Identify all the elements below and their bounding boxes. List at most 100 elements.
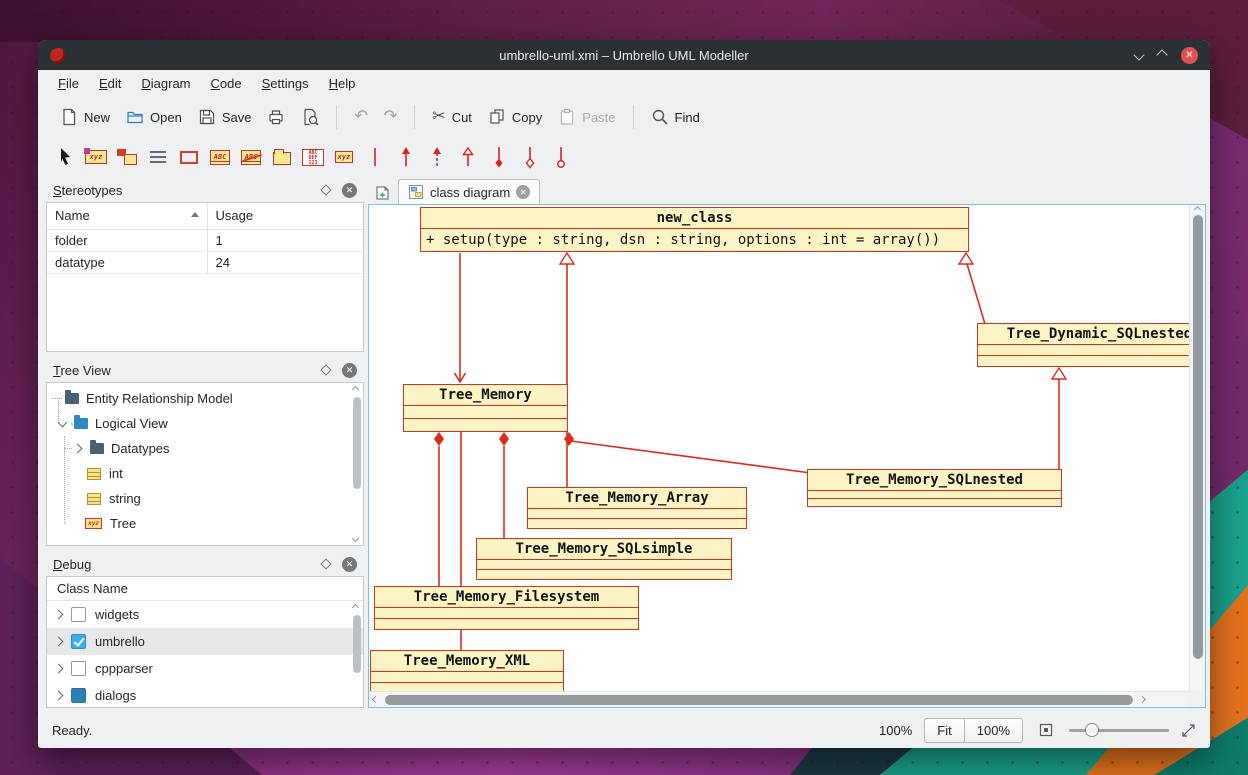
checkbox-checked[interactable] (71, 634, 86, 649)
tree-item-int[interactable]: int (47, 461, 363, 486)
tool-box[interactable] (178, 144, 200, 170)
tree-item-logical-view[interactable]: Logical View (47, 411, 363, 436)
print-button[interactable] (259, 103, 293, 131)
tool-class-abc[interactable]: ABC (209, 144, 231, 170)
debug-item-umbrello[interactable]: umbrello (47, 628, 363, 655)
tool-aggregation-diamond[interactable] (519, 144, 541, 170)
tool-package[interactable] (271, 144, 293, 170)
uml-class-tree-memory[interactable]: Tree_Memory (403, 384, 568, 432)
find-button[interactable]: Find (643, 103, 708, 131)
cut-button[interactable]: ✂ Cut (424, 104, 480, 130)
collapsed-chevron-icon[interactable] (73, 444, 83, 454)
tab-class-diagram[interactable]: class diagram ✕ (398, 179, 540, 204)
diagram-canvas[interactable]: new_class + setup(type : string, dsn : s… (369, 205, 1189, 691)
zoom-fit-page-button[interactable] (1035, 717, 1057, 743)
minimize-button[interactable] (1133, 49, 1144, 60)
menu-edit[interactable]: Edit (89, 73, 131, 94)
treeview-scrollbar-thumb[interactable] (353, 397, 361, 489)
tree-item-entity-relationship-model[interactable]: Entity Relationship Model (47, 386, 363, 411)
close-panel-icon[interactable]: ✕ (342, 363, 357, 378)
tool-anchor-circle[interactable] (550, 144, 572, 170)
debug-scrollbar-thumb[interactable] (353, 615, 361, 673)
stereotypes-header[interactable]: Stereotypes ✕ (46, 178, 364, 202)
expanded-chevron-icon[interactable] (58, 417, 68, 427)
tool-note-lines[interactable] (147, 144, 169, 170)
uml-class-tree-memory-array[interactable]: Tree_Memory_Array (527, 487, 747, 529)
collapsed-chevron-icon[interactable] (54, 637, 64, 647)
checkbox-filled[interactable] (71, 688, 86, 703)
fit-button[interactable]: Fit (924, 718, 964, 743)
debug-column-header[interactable]: Class Name (47, 577, 363, 601)
float-panel-icon[interactable] (320, 364, 331, 375)
uml-class-new_class[interactable]: new_class + setup(type : string, dsn : s… (420, 207, 969, 252)
menu-diagram[interactable]: Diagram (131, 73, 200, 94)
paste-button[interactable]: Paste (550, 103, 623, 131)
canvas-hscroll-thumb[interactable] (385, 695, 1133, 705)
tool-association-line[interactable] (364, 144, 386, 170)
collapsed-chevron-icon[interactable] (54, 610, 64, 620)
column-header-usage[interactable]: Usage (207, 203, 363, 229)
zoom-slider[interactable] (1069, 720, 1169, 740)
collapsed-chevron-icon[interactable] (54, 691, 64, 701)
new-diagram-button[interactable] (374, 185, 390, 201)
menu-help[interactable]: Help (319, 73, 366, 94)
tool-interface-abc[interactable]: ABC (240, 144, 262, 170)
debug-item-dialogs[interactable]: dialogs (47, 682, 363, 708)
tool-object[interactable] (116, 144, 138, 170)
scroll-right-icon[interactable] (1139, 696, 1146, 703)
uml-class-tree-memory-filesystem[interactable]: Tree_Memory_Filesystem (374, 586, 639, 630)
canvas-horizontal-scrollbar[interactable] (369, 691, 1189, 707)
tool-uniassociation-arrow[interactable] (395, 144, 417, 170)
new-button[interactable]: New (52, 103, 118, 131)
titlebar[interactable]: umbrello-uml.xmi – Umbrello UML Modeller… (38, 40, 1210, 70)
redo-button[interactable]: ↷ (376, 104, 405, 130)
uml-class-tree-memory-xml[interactable]: Tree_Memory_XML (370, 650, 564, 691)
fullscreen-expand-icon[interactable] (1181, 723, 1196, 738)
maximize-button[interactable] (1156, 49, 1167, 60)
menu-settings[interactable]: Settings (252, 73, 319, 94)
tool-generalization-arrow[interactable] (457, 144, 479, 170)
float-panel-icon[interactable] (320, 558, 331, 569)
open-button[interactable]: Open (118, 103, 190, 131)
debug-header[interactable]: Debug ✕ (46, 552, 364, 576)
uml-class-tree-dynamic-sqlnested[interactable]: Tree_Dynamic_SQLnested (977, 323, 1189, 367)
print-preview-button[interactable] (293, 103, 327, 131)
checkbox-unchecked[interactable] (71, 661, 86, 676)
zoom-slider-knob[interactable] (1085, 723, 1099, 737)
tool-composition-diamond[interactable] (488, 144, 510, 170)
canvas-vscroll-thumb[interactable] (1193, 215, 1203, 659)
uml-class-tree-memory-sqlsimple[interactable]: Tree_Memory_SQLsimple (476, 538, 732, 580)
undo-button[interactable]: ↶ (346, 104, 375, 130)
table-row[interactable]: folder 1 (47, 229, 363, 251)
zoom-slider-track[interactable] (1069, 729, 1169, 732)
tool-dependency-dashed-arrow[interactable] (426, 144, 448, 170)
close-panel-icon[interactable]: ✕ (342, 183, 357, 198)
tool-enum-xyz[interactable]: xyz (333, 144, 355, 170)
zoom-100-button[interactable]: 100% (964, 718, 1023, 743)
tab-close-icon[interactable]: ✕ (516, 185, 530, 199)
treeview-header[interactable]: Tree View ✕ (46, 358, 364, 382)
tree-item-tree[interactable]: xyz Tree (47, 511, 363, 536)
menu-file[interactable]: File (48, 73, 89, 94)
scroll-left-icon[interactable] (372, 696, 379, 703)
canvas-vertical-scrollbar[interactable] (1189, 205, 1205, 691)
scroll-down-icon[interactable] (352, 535, 359, 542)
menu-code[interactable]: Code (201, 73, 252, 94)
save-button[interactable]: Save (190, 103, 260, 131)
debug-item-widgets[interactable]: widgets (47, 601, 363, 628)
tool-select-arrow[interactable] (54, 144, 76, 170)
copy-button[interactable]: Copy (480, 103, 550, 131)
table-row[interactable]: datatype 24 (47, 251, 363, 273)
checkbox-unchecked[interactable] (71, 607, 86, 622)
column-header-name[interactable]: Name (47, 203, 207, 229)
tree-item-datatypes[interactable]: Datatypes (47, 436, 363, 461)
float-panel-icon[interactable] (320, 184, 331, 195)
tool-datatype-grid[interactable]: ABCDEF123 (302, 144, 324, 170)
close-panel-icon[interactable]: ✕ (342, 557, 357, 572)
tree-item-string[interactable]: string (47, 486, 363, 511)
uml-class-tree-memory-sqlnested[interactable]: Tree_Memory_SQLnested (807, 469, 1062, 507)
collapsed-chevron-icon[interactable] (54, 664, 64, 674)
debug-item-cppparser[interactable]: cppparser (47, 655, 363, 682)
close-button[interactable]: ✕ (1181, 47, 1198, 64)
tool-text-xyz[interactable]: xyz (85, 144, 107, 170)
